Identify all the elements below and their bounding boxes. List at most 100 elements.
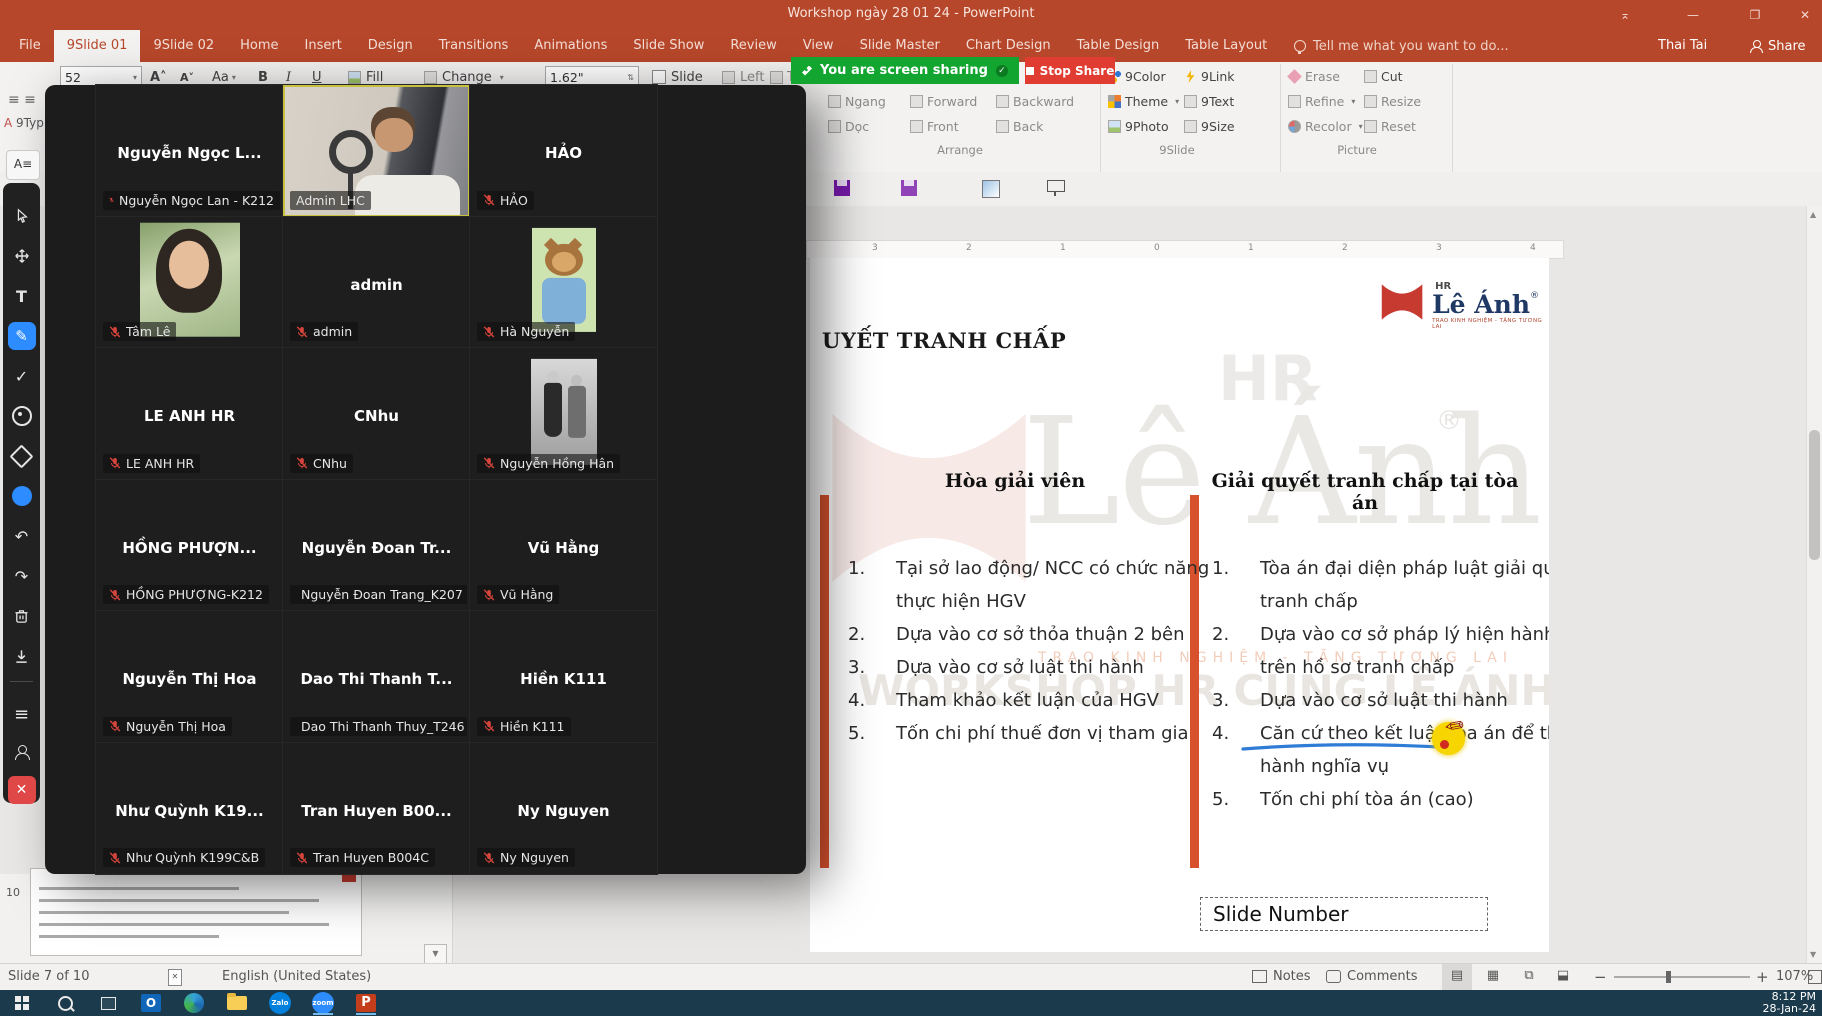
zalo-taskbar-button[interactable]: Zalo (268, 991, 292, 1015)
tell-me-box[interactable]: Tell me what you want to do... (1294, 30, 1509, 62)
participant-cell-dao-thi-thanh-thuy-t246[interactable]: Dao Thi Thanh T...Dao Thi Thanh Thuy_T24… (283, 611, 470, 743)
slide-thumbnail-pane[interactable]: 10 ▼ (0, 874, 453, 963)
vertical-scrollbar[interactable]: ▲ ▼ (1806, 206, 1822, 963)
participant-cell-tran-huyen-b004c[interactable]: Tran Huyen B00...Tran Huyen B004C (283, 743, 470, 875)
participant-cell-v-h-ng[interactable]: Vũ HằngVũ Hằng (470, 480, 657, 612)
front-button[interactable]: Front (910, 119, 996, 134)
pane-scroll-down-icon[interactable]: ▼ (424, 944, 447, 964)
powerpoint-taskbar-button[interactable]: P (354, 991, 378, 1015)
theme-button[interactable]: Theme▾ (1108, 94, 1184, 109)
participants-button[interactable] (3, 733, 40, 771)
undo-tool[interactable]: ↶ (3, 517, 40, 555)
tab-animations[interactable]: Animations (521, 30, 620, 62)
zoom-slider-thumb[interactable] (1666, 971, 1671, 983)
trash-tool[interactable] (3, 597, 40, 635)
list-item[interactable]: 4.Tham khảo kết luận của HGV (848, 684, 1209, 717)
mediator-list[interactable]: 1.Tại sở lao động/ NCC có chức năngthực … (848, 552, 1209, 750)
slide-title[interactable]: UYẾT TRANH CHẤP (822, 328, 1066, 353)
9size-button[interactable]: 9Size (1184, 119, 1246, 134)
redo-tool[interactable]: ↷ (3, 557, 40, 595)
select-tool[interactable] (3, 197, 40, 235)
participant-cell-hi-n-k111[interactable]: Hiền K111Hiền K111 (470, 611, 657, 743)
participant-cell-nguy-n-oan-trang-k207[interactable]: Nguyễn Đoan Tr...Nguyễn Đoan Trang_K207 (283, 480, 470, 612)
participant-cell-nguy-n-ng-c-lan-k212[interactable]: Nguyễn Ngọc L...Nguyễn Ngọc Lan - K212 (96, 85, 283, 217)
9type-fragment[interactable]: A 9Typ (4, 116, 44, 130)
participant-cell-nh-qu-nh-k199c-b[interactable]: Như Quỳnh K19...Như Quỳnh K199C&B (96, 743, 283, 875)
notes-button[interactable]: Notes (1252, 969, 1311, 984)
participant-cell-cnhu[interactable]: CNhuCNhu (283, 348, 470, 480)
color-tool[interactable] (3, 477, 40, 515)
court-list[interactable]: 1.Tòa án đại diện pháp luật giải quyếttr… (1212, 552, 1549, 816)
slide-number-placeholder[interactable]: Slide Number (1200, 897, 1488, 931)
d-c-button[interactable]: Dọc (828, 119, 910, 134)
recolor-button[interactable]: Recolor▾ (1288, 119, 1364, 134)
column-header-mediator[interactable]: Hòa giải viên (870, 470, 1160, 492)
normal-view-button[interactable]: ▤ (1442, 964, 1472, 990)
close-button[interactable]: ✕ (3, 771, 40, 809)
participant-cell-ny-nguyen[interactable]: Ny NguyenNy Nguyen (470, 743, 657, 875)
tab-design[interactable]: Design (355, 30, 426, 62)
slide-thumbnail[interactable] (30, 868, 362, 956)
share-button[interactable]: Share (1742, 30, 1814, 62)
list-item[interactable]: 1.Tòa án đại diện pháp luật giải quyếttr… (1212, 552, 1549, 618)
spell-check-icon[interactable]: ✕ (168, 969, 182, 986)
participant-cell-h-o[interactable]: HẢOHẢO (470, 85, 657, 217)
reset-button[interactable]: Reset (1364, 119, 1426, 134)
back-button[interactable]: Back (996, 119, 1092, 134)
spotlight-tool[interactable] (3, 397, 40, 435)
dropdown-caret-icon[interactable]: ▾ (1359, 122, 1363, 131)
participant-cell-nguy-n-th-hoa[interactable]: Nguyễn Thị HoaNguyễn Thị Hoa (96, 611, 283, 743)
start-taskbar-button[interactable] (10, 991, 34, 1015)
refine-button[interactable]: Refine▾ (1288, 94, 1364, 109)
horizontal-ruler[interactable]: 32101234 (806, 240, 1564, 259)
column-header-court[interactable]: Giải quyết tranh chấp tại tòa án (1210, 470, 1520, 514)
participant-cell-nguy-n-h-ng-h-n[interactable]: Nguyễn Hồng Hân (470, 348, 657, 480)
reading-view-button[interactable]: ⧉ (1514, 964, 1544, 990)
9link-button[interactable]: 9Link (1184, 69, 1246, 84)
slide-sorter-button[interactable]: ▦ (1478, 964, 1508, 990)
erase-button[interactable]: Erase (1288, 69, 1364, 84)
list-item[interactable]: 3.Dựa vào cơ sở luật thi hành (848, 651, 1209, 684)
pen-tool-active[interactable]: ✎ (3, 317, 40, 355)
slideshow-view-button[interactable]: ⬓ (1548, 964, 1578, 990)
list-item[interactable]: 5.Tốn chi phí thuế đơn vị tham gia (848, 717, 1209, 750)
backward-button[interactable]: Backward (996, 94, 1092, 109)
minimize-icon[interactable]: — (1678, 5, 1708, 25)
9photo-button[interactable]: 9Photo (1108, 119, 1184, 134)
close-icon[interactable]: ✕ (1790, 5, 1820, 25)
tab-9slide-02[interactable]: 9Slide 02 (140, 30, 227, 62)
move-tool[interactable] (3, 237, 40, 275)
task-view-taskbar-button[interactable] (96, 991, 120, 1015)
list-item[interactable]: 2.Dựa vào cơ sở thỏa thuận 2 bên (848, 618, 1209, 651)
tab-table-layout[interactable]: Table Layout (1172, 30, 1280, 62)
language-indicator[interactable]: English (United States) (222, 969, 371, 984)
participant-cell-admin[interactable]: adminadmin (283, 217, 470, 349)
eraser-tool[interactable] (3, 437, 40, 475)
explorer-taskbar-button[interactable] (225, 991, 249, 1015)
scroll-down-icon[interactable]: ▼ (1810, 950, 1816, 959)
tab-9slide-01[interactable]: 9Slide 01 (54, 30, 141, 62)
participant-cell-h-nguy-n[interactable]: Hà Nguyễn (470, 217, 657, 349)
scrollbar-thumb[interactable] (1809, 430, 1820, 560)
zoom-taskbar-button[interactable]: zoom (311, 991, 335, 1015)
9text-button[interactable]: 9Text (1184, 94, 1246, 109)
zoom-out-button[interactable]: − (1594, 968, 1607, 986)
restore-icon[interactable]: ❐ (1740, 5, 1770, 25)
stop-share-button[interactable]: Stop Share (1025, 57, 1115, 84)
list-item[interactable]: 3.Dựa vào cơ sở luật thi hành (1212, 684, 1549, 717)
tab-review[interactable]: Review (717, 30, 789, 62)
check-tool[interactable]: ✓ (3, 357, 40, 395)
width-spinner-icon[interactable]: ⇅ (627, 73, 634, 82)
slideshow-icon[interactable] (1047, 180, 1065, 192)
list-item[interactable]: 5.Tốn chi phí tòa án (cao) (1212, 783, 1549, 816)
search-taskbar-button[interactable] (53, 991, 77, 1015)
slide-page[interactable]: HR Lê Ánh ® TRAO KINH NGHIỆM - TẶNG TƯƠN… (810, 258, 1549, 952)
menu-button[interactable]: ≡ (3, 695, 40, 733)
list-icon[interactable]: ≡ ≡ (8, 92, 36, 108)
participant-cell-admin-lhc[interactable]: Admin LHC (283, 85, 470, 217)
forward-button[interactable]: Forward (910, 94, 996, 109)
fit-slide-icon[interactable] (1808, 970, 1822, 984)
participant-cell-le-anh-hr[interactable]: LE ANH HRLE ANH HR (96, 348, 283, 480)
cut-button[interactable]: Cut (1364, 69, 1426, 84)
edge-taskbar-button[interactable] (182, 991, 206, 1015)
